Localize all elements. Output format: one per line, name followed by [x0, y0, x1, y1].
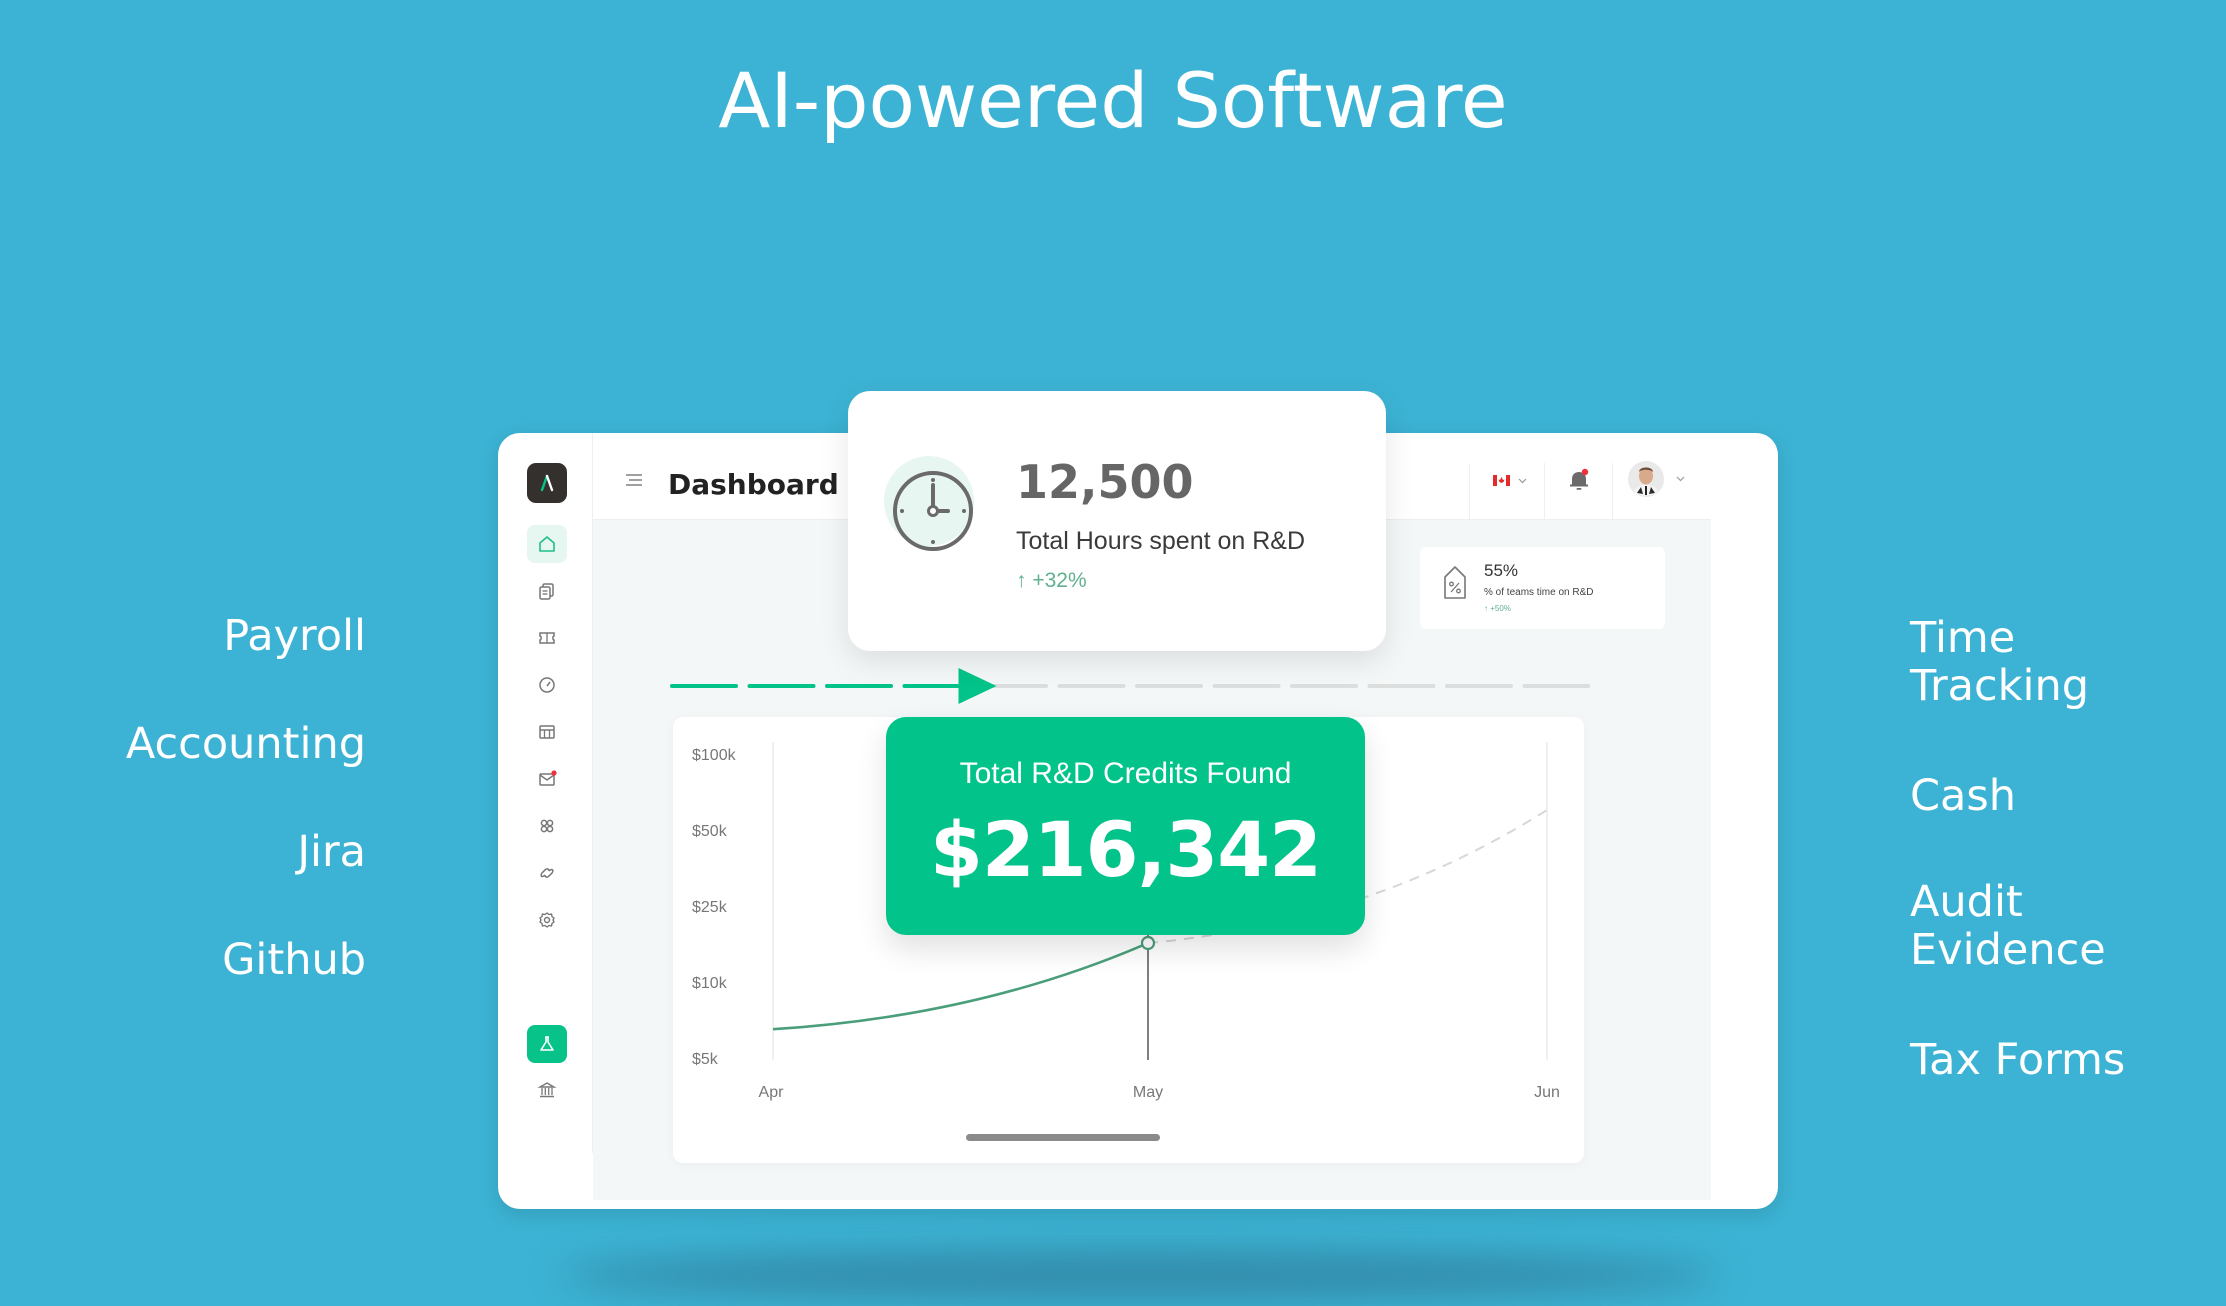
link-icon	[540, 868, 554, 878]
sidebar-item-apps[interactable]	[527, 807, 567, 845]
app-logo[interactable]	[527, 463, 567, 503]
gauge-icon	[539, 677, 555, 693]
sidebar-item-documents[interactable]	[527, 572, 567, 610]
sidebar-item-bank[interactable]	[527, 1071, 567, 1109]
series-line-actual	[772, 941, 1149, 1031]
settings-icon	[539, 912, 555, 928]
hours-label: Total Hours spent on R&D	[1016, 527, 1306, 555]
integration-label: Jira	[297, 827, 366, 877]
output-label: Tax Forms	[1910, 1035, 2126, 1085]
team-time-label: % of teams time on R&D	[1484, 587, 1594, 598]
team-time-card[interactable]: 55% % of teams time on R&D ↑ +50%	[1420, 547, 1665, 629]
country-selector[interactable]	[1493, 475, 1527, 486]
sidebar-item-settings[interactable]	[527, 901, 567, 939]
sidebar-item-link[interactable]	[527, 854, 567, 892]
output-label: Cash	[1910, 771, 2017, 821]
user-avatar	[1628, 461, 1664, 497]
y-tick-label: $25k	[692, 899, 728, 916]
hours-card[interactable]: 12,500 Total Hours spent on R&D ↑ +32%	[848, 391, 1386, 651]
notification-badge	[1581, 468, 1589, 476]
progress-arrow-icon	[958, 668, 997, 704]
y-tick-label: $100k	[692, 747, 737, 764]
user-menu[interactable]	[1628, 461, 1685, 497]
y-tick-label: $10k	[692, 975, 728, 992]
sidebar	[498, 433, 593, 1153]
sidebar-item-flask[interactable]	[527, 1025, 567, 1063]
hours-change: ↑ +32%	[1016, 569, 1087, 592]
bell-icon	[1570, 468, 1589, 490]
sidebar-item-gauge[interactable]	[527, 666, 567, 704]
sidebar-item-mail[interactable]	[527, 760, 567, 798]
unread-badge	[551, 770, 557, 776]
documents-icon	[539, 583, 554, 600]
canada-flag-icon	[1493, 475, 1510, 486]
team-time-change: ↑ +50%	[1484, 604, 1511, 613]
output-label: Audit Evidence	[1910, 877, 2106, 975]
credits-value: $216,342	[929, 805, 1322, 894]
flask-icon	[540, 1036, 554, 1051]
sidebar-item-home[interactable]	[527, 525, 567, 563]
x-tick-label: Jun	[1534, 1084, 1560, 1101]
ticket-icon	[539, 632, 555, 644]
y-tick-label: $5k	[692, 1051, 719, 1068]
table-icon	[539, 725, 555, 739]
team-time-value: 55%	[1484, 561, 1519, 580]
sidebar-item-ticket[interactable]	[527, 619, 567, 657]
clock-icon	[893, 471, 973, 551]
percent-tag-icon	[1444, 566, 1466, 599]
x-tick-label: Apr	[759, 1084, 785, 1101]
floor-shadow	[560, 1250, 1720, 1300]
notifications-button[interactable]	[1568, 468, 1590, 497]
logo-mark-icon	[540, 474, 554, 492]
mail-icon	[539, 770, 557, 786]
hours-value: 12,500	[1016, 455, 1194, 509]
y-tick-label: $50k	[692, 823, 728, 840]
integration-label: Payroll	[223, 611, 366, 661]
hamburger-icon[interactable]	[626, 473, 642, 492]
sidebar-item-table[interactable]	[527, 713, 567, 751]
credits-card[interactable]: Total R&D Credits Found $216,342	[886, 717, 1365, 935]
scroll-handle[interactable]	[966, 1134, 1160, 1141]
x-tick-label: May	[1133, 1084, 1163, 1101]
page-title: Dashboard	[668, 468, 839, 501]
progress-steps	[670, 668, 1590, 704]
home-icon	[539, 536, 555, 552]
integration-label: Accounting	[125, 719, 366, 769]
credits-label: Total R&D Credits Found	[959, 757, 1292, 790]
hero-title: AI-powered Software	[718, 56, 1508, 145]
integration-label: Github	[222, 935, 366, 985]
output-label: Time Tracking	[1910, 613, 2090, 711]
bank-icon	[537, 1082, 557, 1098]
highlight-point	[1140, 935, 1156, 951]
apps-icon	[540, 819, 554, 833]
chevron-down-icon	[1676, 476, 1685, 482]
chevron-down-icon	[1518, 478, 1527, 483]
